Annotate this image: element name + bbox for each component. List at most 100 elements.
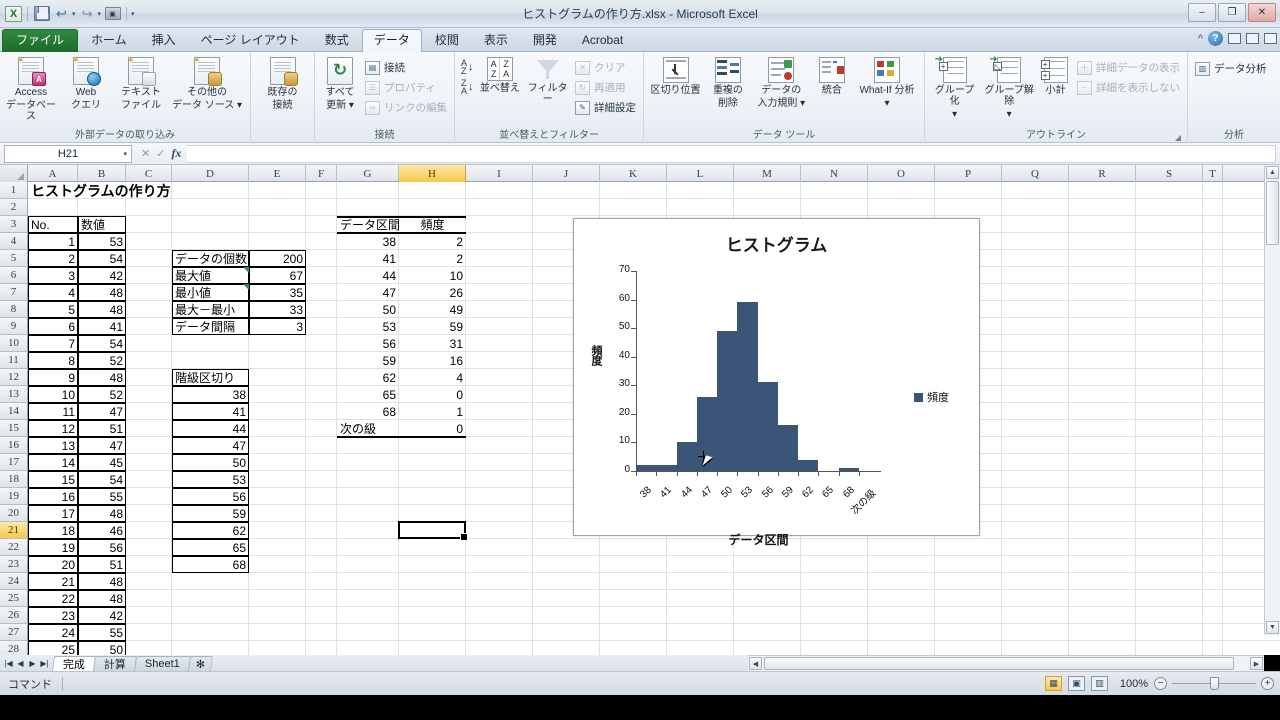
chart-bar-44[interactable] bbox=[676, 442, 697, 471]
advanced-filter-button[interactable]: ✎ 詳細設定 bbox=[572, 98, 639, 117]
row-header-18[interactable]: 18 bbox=[0, 471, 28, 488]
freq-count-8[interactable]: 49 bbox=[399, 301, 466, 318]
chart-bar-50[interactable] bbox=[717, 331, 738, 471]
column-header-P[interactable]: P bbox=[935, 165, 1002, 182]
other-sources-button[interactable]: ✶ その他の データ ソース ▾ bbox=[169, 55, 245, 111]
row-header-26[interactable]: 26 bbox=[0, 607, 28, 624]
clear-filter-button[interactable]: ✕ クリア bbox=[572, 58, 639, 77]
row-header-23[interactable]: 23 bbox=[0, 556, 28, 573]
tab-data[interactable]: データ bbox=[361, 29, 422, 52]
vertical-scrollbar[interactable]: ▲ ▼ bbox=[1264, 165, 1280, 635]
row-header-28[interactable]: 28 bbox=[0, 641, 28, 655]
freq-bin-10[interactable]: 56 bbox=[337, 335, 399, 352]
group-button[interactable]: + ➜ グループ化 ▾ bbox=[929, 54, 980, 120]
column-header-G[interactable]: G bbox=[337, 165, 399, 182]
reapply-filter-button[interactable]: ↻ 再適用 bbox=[572, 78, 639, 97]
filter-button[interactable]: フィルター bbox=[524, 55, 571, 105]
column-header-B[interactable]: B bbox=[78, 165, 126, 182]
chart-bar-62[interactable] bbox=[798, 459, 819, 471]
chart-x-axis-label[interactable]: データ区間 bbox=[636, 531, 881, 548]
chart-bar-38[interactable] bbox=[636, 465, 657, 471]
sheet-tab-keisan[interactable]: 計算 bbox=[92, 655, 138, 671]
row-header-5[interactable]: 5 bbox=[0, 250, 28, 267]
quick-access-toolbar[interactable]: X ↩ ▾ ↪ ▾ ▣ ▾ bbox=[0, 5, 135, 22]
freq-count-9[interactable]: 59 bbox=[399, 318, 466, 335]
column-header-C[interactable]: C bbox=[126, 165, 172, 182]
cancel-formula-icon[interactable]: ✕ bbox=[141, 147, 150, 160]
column-header-O[interactable]: O bbox=[868, 165, 935, 182]
row-header-3[interactable]: 3 bbox=[0, 216, 28, 233]
column-header-L[interactable]: L bbox=[667, 165, 734, 182]
customize-qat-icon[interactable]: ▾ bbox=[131, 10, 135, 18]
prev-sheet-icon[interactable]: ◀ bbox=[15, 659, 26, 668]
window-controls[interactable]: – ❐ ✕ bbox=[1188, 3, 1276, 22]
sort-button[interactable]: AZZA 並べ替え bbox=[477, 55, 524, 94]
row-header-8[interactable]: 8 bbox=[0, 301, 28, 318]
chart-bar-68[interactable] bbox=[838, 468, 859, 471]
vertical-scroll-thumb[interactable] bbox=[1266, 181, 1279, 245]
zoom-in-button[interactable]: + bbox=[1261, 677, 1274, 690]
freq-count-5[interactable]: 2 bbox=[399, 250, 466, 267]
chart-bar-41[interactable] bbox=[656, 465, 677, 471]
sort-descending-button[interactable]: Z A ↓ bbox=[461, 79, 474, 96]
freq-count-13[interactable]: 0 bbox=[399, 386, 466, 403]
histogram-chart[interactable]: ヒストグラム 頻度 0 10 20 30 40 50 60 70 38 41 44 47 50 53 56 59 6… bbox=[573, 218, 980, 547]
page-layout-view-button[interactable]: ▣ bbox=[1068, 676, 1085, 691]
tab-insert[interactable]: 挿入 bbox=[140, 29, 188, 52]
column-header-R[interactable]: R bbox=[1069, 165, 1136, 182]
scroll-right-button[interactable]: ▶ bbox=[1250, 657, 1263, 670]
freq-bin-12[interactable]: 62 bbox=[337, 369, 399, 386]
insert-worksheet-icon[interactable]: ✻ bbox=[187, 655, 214, 671]
row-header-10[interactable]: 10 bbox=[0, 335, 28, 352]
tab-developer[interactable]: 開発 bbox=[521, 29, 569, 52]
zoom-thumb[interactable] bbox=[1210, 677, 1219, 690]
freq-bin-4[interactable]: 38 bbox=[337, 233, 399, 250]
freq-count-15[interactable]: 0 bbox=[399, 420, 466, 437]
column-header-K[interactable]: K bbox=[600, 165, 667, 182]
freq-bin-5[interactable]: 41 bbox=[337, 250, 399, 267]
scroll-down-button[interactable]: ▼ bbox=[1266, 621, 1279, 634]
hide-detail-button[interactable]: − 詳細を表示しない bbox=[1074, 78, 1183, 97]
row-header-6[interactable]: 6 bbox=[0, 267, 28, 284]
name-box[interactable]: H21 ▾ bbox=[4, 144, 132, 163]
row-header-1[interactable]: 1 bbox=[0, 182, 28, 199]
help-icon[interactable]: ? bbox=[1208, 31, 1223, 46]
excel-logo-icon[interactable]: X bbox=[5, 5, 22, 22]
sheet-nav-buttons[interactable]: |◀ ◀ ▶ ▶| bbox=[0, 659, 53, 668]
row-header-9[interactable]: 9 bbox=[0, 318, 28, 335]
tab-home[interactable]: ホーム bbox=[79, 29, 139, 52]
freq-bin-11[interactable]: 59 bbox=[337, 352, 399, 369]
freq-bin-14[interactable]: 68 bbox=[337, 403, 399, 420]
sheet-tab-sheet1[interactable]: Sheet1 bbox=[133, 655, 191, 671]
horizontal-scroll-thumb[interactable] bbox=[764, 657, 1234, 670]
freq-bin-15[interactable]: 次の級 bbox=[337, 420, 399, 437]
row-header-13[interactable]: 13 bbox=[0, 386, 28, 403]
normal-view-button[interactable]: ▦ bbox=[1045, 676, 1062, 691]
zoom-level[interactable]: 100% bbox=[1114, 678, 1148, 690]
column-header-J[interactable]: J bbox=[533, 165, 600, 182]
tab-formulas[interactable]: 数式 bbox=[313, 29, 361, 52]
row-header-16[interactable]: 16 bbox=[0, 437, 28, 454]
undo-dropdown-icon[interactable]: ▾ bbox=[72, 10, 76, 18]
row-header-11[interactable]: 11 bbox=[0, 352, 28, 369]
save-icon[interactable] bbox=[33, 5, 50, 22]
page-break-view-button[interactable]: ▥ bbox=[1091, 676, 1108, 691]
freq-bin-6[interactable]: 44 bbox=[337, 267, 399, 284]
column-header-S[interactable]: S bbox=[1136, 165, 1203, 182]
freq-bin-7[interactable]: 47 bbox=[337, 284, 399, 301]
row-header-24[interactable]: 24 bbox=[0, 573, 28, 590]
row-header-19[interactable]: 19 bbox=[0, 488, 28, 505]
sheet-tab-kansei[interactable]: 完成 bbox=[51, 655, 97, 671]
restore-button[interactable]: ❐ bbox=[1218, 3, 1246, 22]
zoom-slider[interactable]: − + bbox=[1154, 677, 1274, 690]
row-header-25[interactable]: 25 bbox=[0, 590, 28, 607]
row-header-20[interactable]: 20 bbox=[0, 505, 28, 522]
undo-icon[interactable]: ↩ bbox=[53, 5, 70, 22]
active-cell-indicator[interactable] bbox=[398, 521, 468, 541]
row-header-27[interactable]: 27 bbox=[0, 624, 28, 641]
freq-bin-9[interactable]: 53 bbox=[337, 318, 399, 335]
scroll-left-button[interactable]: ◀ bbox=[749, 657, 762, 670]
text-to-columns-button[interactable]: 区切り位置 bbox=[648, 55, 703, 96]
text-file-button[interactable]: ✶ テキスト ファイル bbox=[114, 55, 168, 111]
freq-count-12[interactable]: 4 bbox=[399, 369, 466, 386]
